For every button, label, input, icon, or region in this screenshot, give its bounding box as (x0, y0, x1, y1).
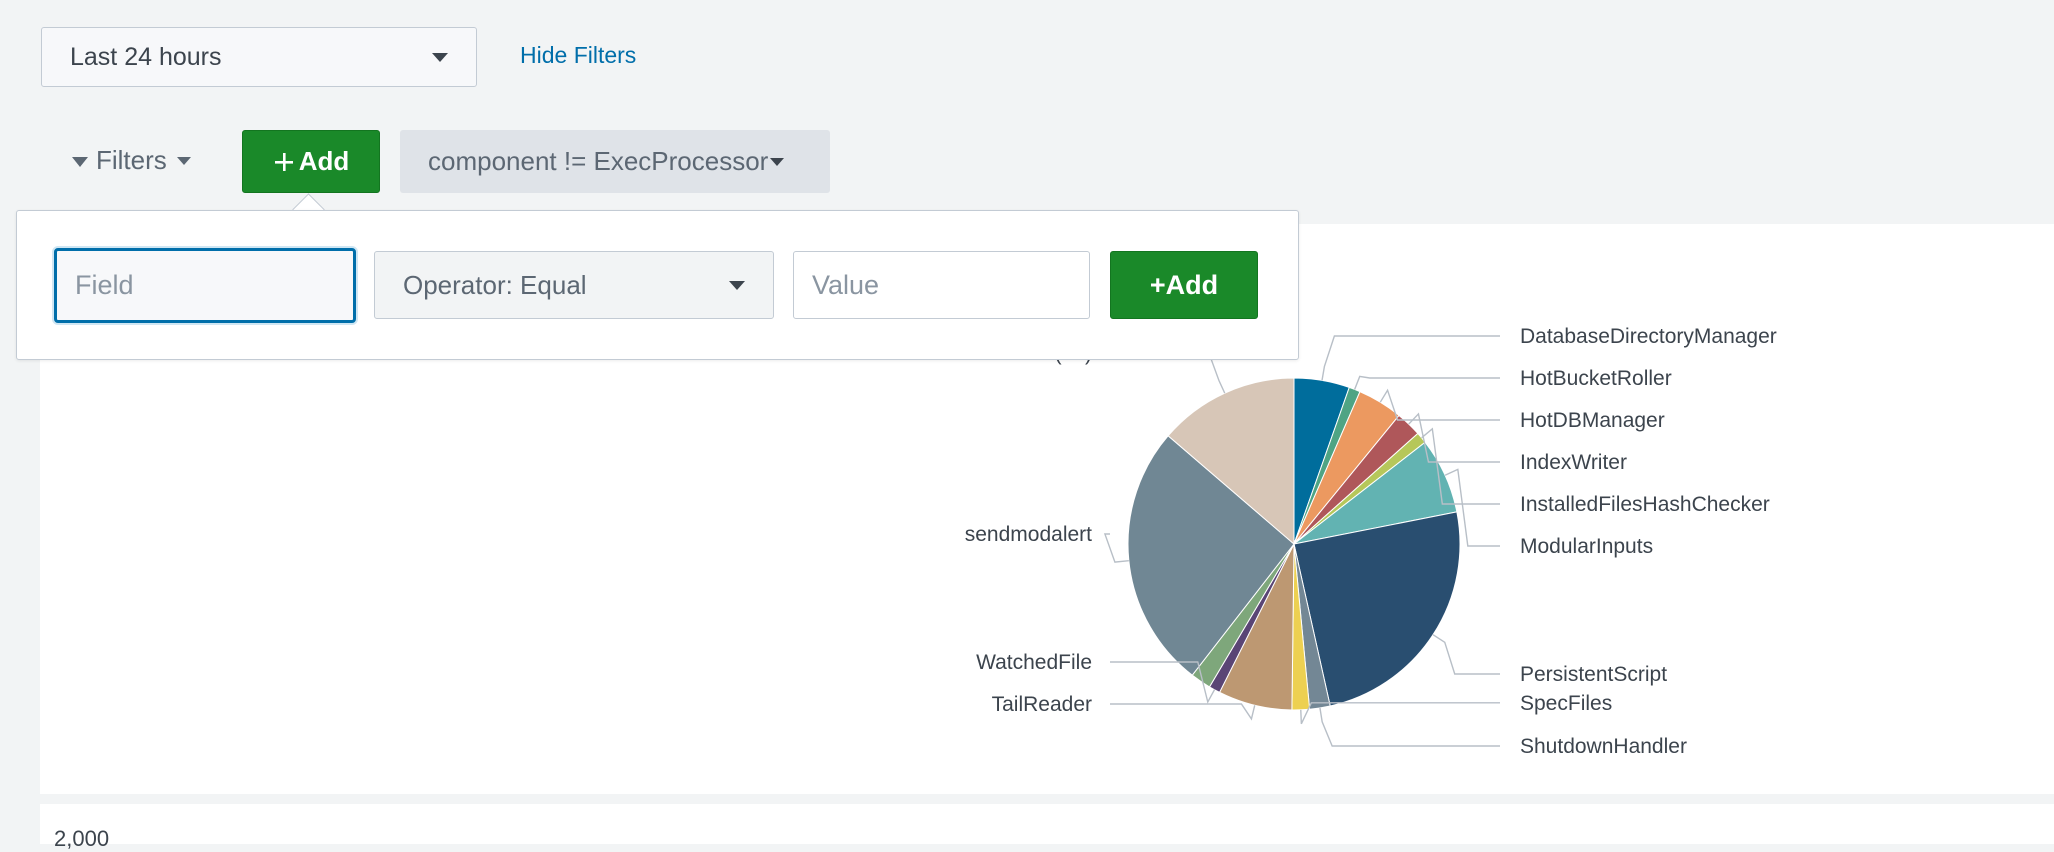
leader-line (1103, 533, 1129, 563)
pie-slices (1127, 377, 1461, 711)
pie-slice-label: ModularInputs (1520, 535, 1653, 558)
leader-line (1110, 703, 1256, 721)
pie-slice-label: TailReader (992, 693, 1092, 716)
operator-label: Operator: Equal (403, 269, 587, 300)
leader-line (1321, 335, 1500, 381)
pie-chart: DatabaseDirectoryManager HotBucketRoller H… (965, 325, 1777, 758)
leader-line (1110, 661, 1216, 704)
pie-slice-label: WatchedFile (976, 651, 1092, 674)
pie-slice-label: HotDBManager (1520, 409, 1665, 432)
pie-slice-label: DatabaseDirectoryManager (1520, 325, 1777, 348)
operator-select[interactable]: Operator: Equal (374, 251, 774, 319)
value-input[interactable] (793, 251, 1090, 319)
pie-slice-label: PersistentScript (1520, 663, 1667, 686)
chevron-down-icon (729, 281, 745, 290)
leader-line (1353, 375, 1500, 390)
pie-slice-label: ShutdownHandler (1520, 735, 1687, 758)
pie-slice-label: InstalledFilesHashChecker (1520, 493, 1770, 516)
leader-line (1319, 707, 1500, 747)
leader-line (1432, 634, 1500, 675)
pie-slice-label: sendmodalert (965, 523, 1092, 546)
field-input[interactable] (54, 248, 356, 323)
pie-slice-label: IndexWriter (1520, 451, 1627, 474)
pie-slice-label: SpecFiles (1520, 692, 1612, 715)
add-button[interactable]: +Add (1110, 251, 1258, 319)
pie-slice-label: HotBucketRoller (1520, 367, 1672, 390)
